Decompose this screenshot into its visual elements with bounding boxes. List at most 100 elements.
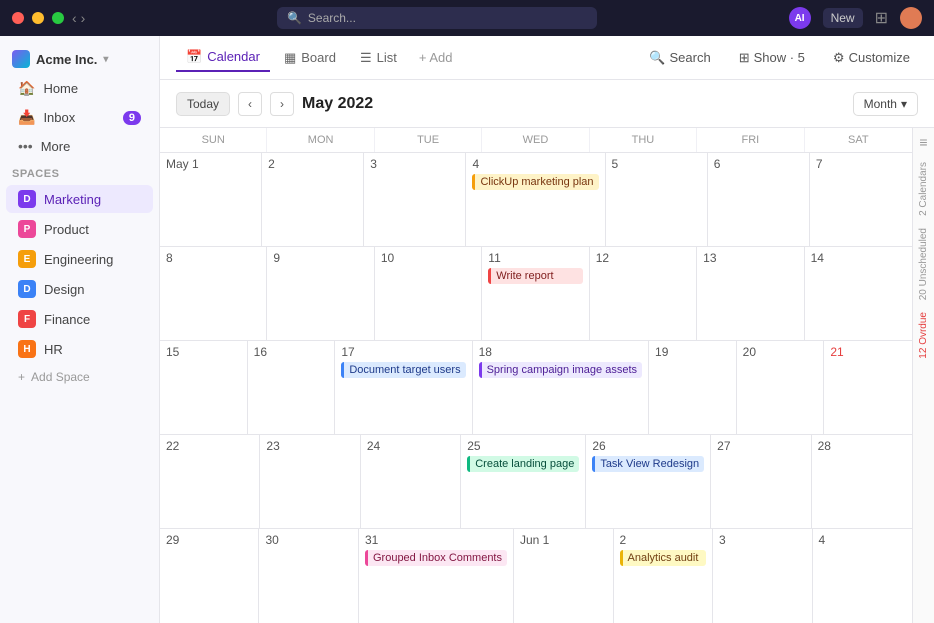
calendar-grid-wrapper: Sun Mon Tue Wed Thu Fri Sat May 1 2 3 — [160, 128, 912, 623]
day-number: 15 — [166, 345, 241, 359]
month-label: Month — [864, 97, 897, 111]
day-number: 29 — [166, 533, 252, 547]
day-number: 3 — [719, 533, 806, 547]
day-number: 30 — [265, 533, 352, 547]
inbox-icon: 📥 — [18, 109, 35, 126]
day-number: 3 — [370, 157, 459, 171]
sidebar-item-more-label: More — [41, 139, 71, 154]
grid-icon[interactable]: ⊞ — [875, 8, 888, 28]
event-write-report[interactable]: Write report — [488, 268, 582, 284]
sidebar-space-product[interactable]: P Product — [6, 215, 153, 243]
sidebar-item-home[interactable]: 🏠 Home — [6, 75, 153, 102]
cal-cell: 24 — [361, 435, 461, 528]
next-button[interactable]: › — [270, 92, 294, 116]
day-number: 21 — [830, 345, 906, 359]
sidebar-item-inbox[interactable]: 📥 Inbox 9 — [6, 104, 153, 131]
customize-button[interactable]: ⚙ Customize — [825, 46, 918, 70]
ai-badge[interactable]: AI — [789, 7, 811, 29]
workspace-header[interactable]: Acme Inc. ▾ — [0, 44, 159, 74]
engineering-icon: E — [18, 250, 36, 268]
sidebar-space-design[interactable]: D Design — [6, 275, 153, 303]
global-search-bar[interactable]: 🔍 Search... — [277, 7, 597, 29]
tab-calendar-label: Calendar — [207, 49, 260, 64]
sidebar-item-home-label: Home — [43, 81, 78, 96]
close-btn[interactable] — [12, 12, 24, 24]
toolbar-right: 🔍 Search ⊞ Show · 5 ⚙ Customize — [641, 46, 918, 70]
tab-list[interactable]: ☰ List — [350, 45, 407, 71]
add-space-icon: + — [18, 370, 25, 384]
back-icon[interactable]: ‹ — [72, 10, 77, 26]
window-controls: ‹ › — [12, 10, 85, 26]
customize-label: Customize — [849, 50, 910, 65]
cal-cell: 22 — [160, 435, 260, 528]
sidebar-toggle-icon[interactable]: ≡ — [919, 128, 927, 156]
tab-calendar[interactable]: 📅 Calendar — [176, 44, 270, 72]
day-number: 8 — [166, 251, 260, 265]
day-number: 7 — [816, 157, 906, 171]
chevron-down-icon: ▾ — [103, 54, 108, 65]
cal-cell: 2 Analytics audit — [614, 529, 714, 623]
day-number: 6 — [714, 157, 803, 171]
cal-cell: 14 — [805, 247, 912, 340]
engineering-label: Engineering — [44, 252, 113, 267]
event-task-view-redesign[interactable]: Task View Redesign — [592, 456, 704, 472]
prev-button[interactable]: ‹ — [238, 92, 262, 116]
cal-cell: 5 — [606, 153, 708, 246]
calendars-count[interactable]: 2 Calendars — [918, 156, 929, 222]
event-spring-campaign[interactable]: Spring campaign image assets — [479, 362, 642, 378]
event-create-landing[interactable]: Create landing page — [467, 456, 579, 472]
nav-arrows[interactable]: ‹ › — [72, 10, 85, 26]
sidebar-space-engineering[interactable]: E Engineering — [6, 245, 153, 273]
event-clickup-marketing[interactable]: ClickUp marketing plan — [472, 174, 598, 190]
month-selector[interactable]: Month ▾ — [853, 92, 918, 116]
list-icon: ☰ — [360, 50, 372, 66]
event-grouped-inbox[interactable]: Grouped Inbox Comments — [365, 550, 507, 566]
day-number: 27 — [717, 439, 804, 453]
sidebar-item-more[interactable]: ••• More — [6, 133, 153, 159]
cal-cell: 20 — [737, 341, 825, 434]
day-number: 4 — [472, 157, 598, 171]
sidebar-space-marketing[interactable]: D Marketing — [6, 185, 153, 213]
event-analytics-audit[interactable]: Analytics audit — [620, 550, 707, 566]
day-number: 28 — [818, 439, 906, 453]
day-number: 25 — [467, 439, 579, 453]
forward-icon[interactable]: › — [81, 10, 86, 26]
day-number: 17 — [341, 345, 465, 359]
unscheduled-count[interactable]: 20 Unscheduled — [918, 222, 929, 306]
sidebar-item-inbox-label: Inbox — [43, 110, 75, 125]
search-button[interactable]: 🔍 Search — [641, 46, 718, 70]
cal-cell: 30 — [259, 529, 359, 623]
top-bar-right: AI New ⊞ — [789, 7, 922, 29]
cal-cell: 21 — [824, 341, 912, 434]
add-space-button[interactable]: + Add Space — [6, 365, 153, 389]
add-view-button[interactable]: + Add — [411, 45, 461, 70]
view-toolbar: 📅 Calendar ▦ Board ☰ List + Add 🔍 Search — [160, 36, 934, 80]
cal-cell: 28 — [812, 435, 912, 528]
day-name-tue: Tue — [375, 128, 482, 152]
top-bar: ‹ › 🔍 Search... AI New ⊞ — [0, 0, 934, 36]
cal-cell: 3 — [364, 153, 466, 246]
sidebar-space-hr[interactable]: H HR — [6, 335, 153, 363]
show-button[interactable]: ⊞ Show · 5 — [731, 46, 813, 70]
sidebar-space-finance[interactable]: F Finance — [6, 305, 153, 333]
workspace-logo — [12, 50, 30, 68]
day-name-wed: Wed — [482, 128, 589, 152]
event-document-target[interactable]: Document target users — [341, 362, 465, 378]
minimize-btn[interactable] — [32, 12, 44, 24]
cal-cell: 10 — [375, 247, 482, 340]
calendar-week-2: 8 9 10 11 Write report 12 13 14 — [160, 247, 912, 341]
cal-cell: 23 — [260, 435, 360, 528]
tab-board[interactable]: ▦ Board — [274, 45, 346, 71]
finance-icon: F — [18, 310, 36, 328]
new-button[interactable]: New — [823, 8, 863, 28]
day-name-sat: Sat — [805, 128, 912, 152]
day-number: 23 — [266, 439, 353, 453]
cal-cell: 15 — [160, 341, 248, 434]
maximize-btn[interactable] — [52, 12, 64, 24]
avatar[interactable] — [900, 7, 922, 29]
today-button[interactable]: Today — [176, 92, 230, 116]
overdue-count[interactable]: 12 Ovrdue — [918, 306, 929, 365]
cal-cell: 7 — [810, 153, 912, 246]
cal-cell: 31 Grouped Inbox Comments — [359, 529, 514, 623]
cal-cell: 29 — [160, 529, 259, 623]
